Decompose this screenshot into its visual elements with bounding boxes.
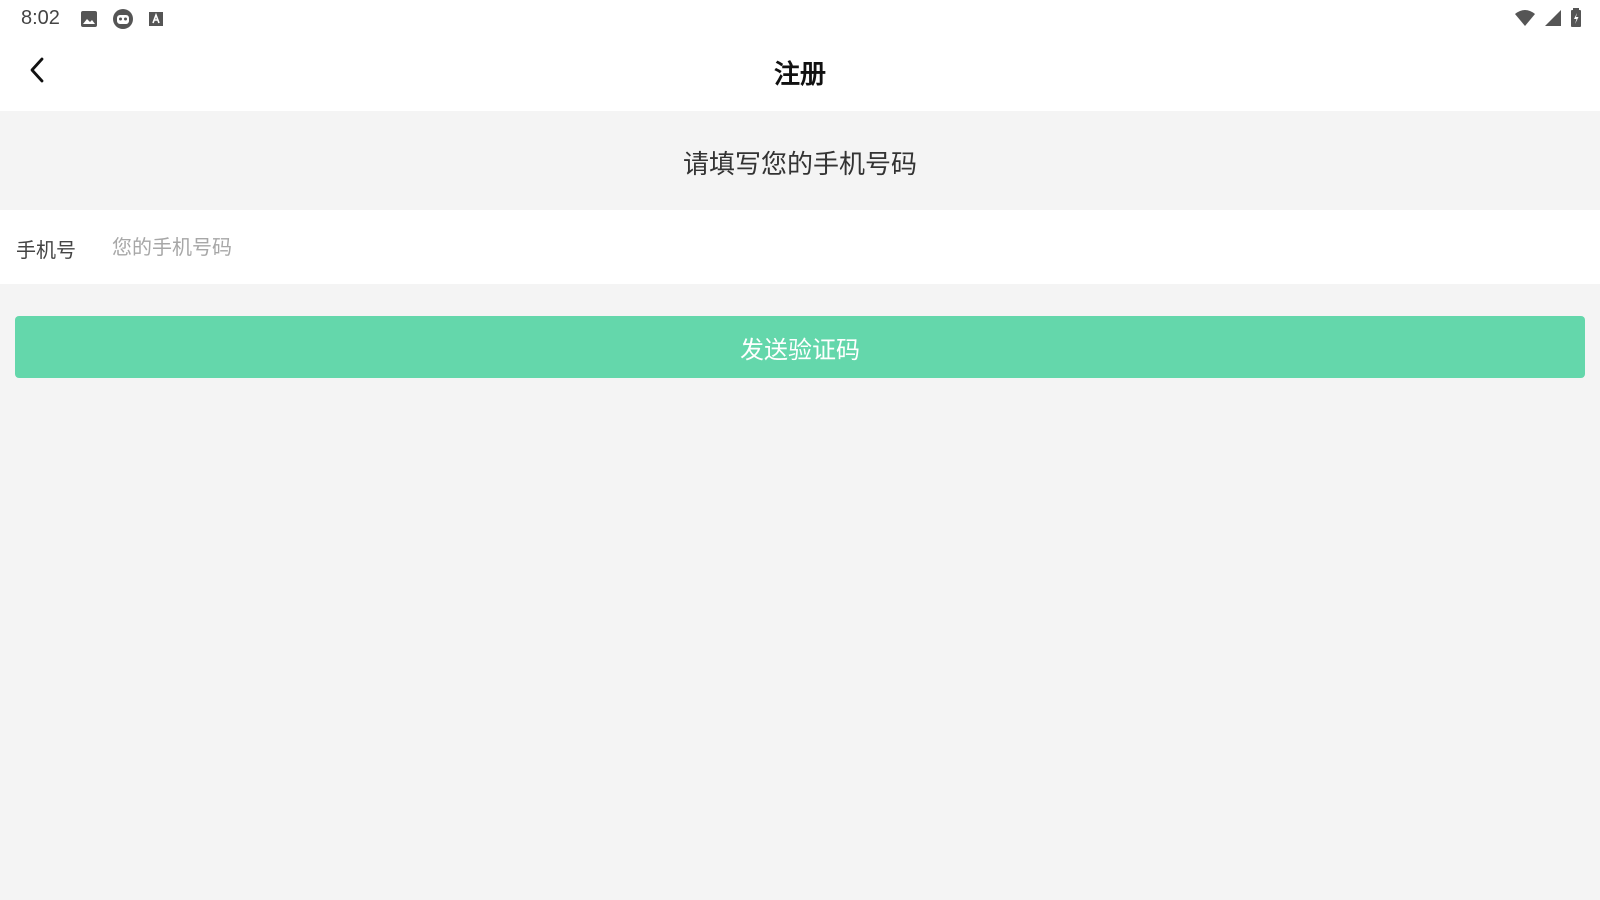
signal-icon	[1544, 9, 1562, 31]
phone-prompt: 请填写您的手机号码	[682, 150, 917, 180]
send-code-button[interactable]: 发送验证码	[15, 316, 1585, 378]
status-icons-left	[80, 8, 164, 34]
status-time: 8:02	[21, 7, 60, 29]
app-header: 注册	[0, 36, 1600, 111]
status-bar: 8:02	[0, 0, 1600, 36]
image-icon	[80, 10, 98, 32]
phone-label: 手机号	[16, 238, 76, 262]
status-icons-right	[1514, 8, 1582, 32]
robot-icon	[112, 8, 134, 34]
battery-icon	[1570, 8, 1582, 32]
text-a-icon	[148, 11, 164, 31]
phone-field-row: 手机号	[0, 210, 1600, 284]
phone-input[interactable]	[112, 224, 1572, 270]
wifi-icon	[1514, 9, 1536, 31]
page-title: 注册	[773, 60, 826, 90]
